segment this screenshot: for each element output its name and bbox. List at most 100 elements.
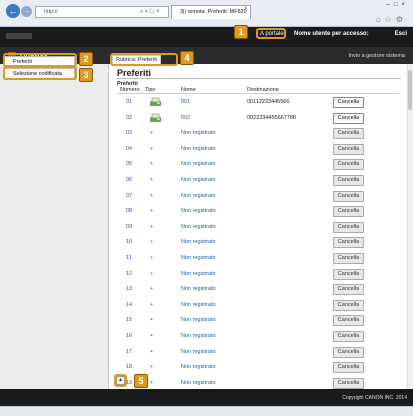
table-row: 11 + Non registrato Cancella bbox=[117, 251, 399, 266]
browser-toolbar-icons[interactable]: ⌂☆⚙ bbox=[376, 15, 407, 24]
delete-button[interactable]: Cancella bbox=[333, 253, 364, 264]
table-row: 02 002 0022334455667788 Cancella bbox=[117, 111, 399, 126]
delete-button[interactable]: Cancella bbox=[333, 206, 364, 218]
delete-button[interactable]: Cancella bbox=[333, 237, 364, 249]
table-row: 17 + Non registrato Cancella bbox=[117, 345, 399, 360]
mail-admin-link[interactable]: Invio a gestore sistema bbox=[348, 53, 405, 59]
entry-name-link[interactable]: Non registrato bbox=[181, 142, 216, 157]
add-entry-icon: + bbox=[150, 364, 154, 371]
add-entry-icon: + bbox=[150, 239, 154, 246]
tab-close-icon[interactable]: × bbox=[244, 6, 248, 12]
entry-name-link[interactable]: Non registrato bbox=[181, 360, 216, 375]
table-row: 01 001 00112233445566 Cancella bbox=[117, 95, 399, 110]
delete-button[interactable]: Cancella bbox=[333, 362, 364, 374]
table-header: Numero Tipo Nome Destinazione bbox=[117, 87, 399, 94]
entry-name-link[interactable]: Non registrato bbox=[181, 282, 216, 297]
entry-number-link[interactable]: 15 bbox=[126, 313, 132, 328]
browser-chrome: ← → http:// ⌕ ▾ ↻ × 3|| remota: Preferit… bbox=[0, 0, 413, 27]
add-entry-icon: + bbox=[150, 223, 154, 230]
table-row: 07 + Non registrato Cancella bbox=[117, 189, 399, 204]
delete-button[interactable]: Cancella bbox=[333, 112, 364, 124]
entry-name-link[interactable]: Non registrato bbox=[181, 126, 216, 141]
add-entry-icon: + bbox=[150, 301, 154, 308]
delete-button[interactable]: Cancella bbox=[333, 331, 364, 342]
add-entry-icon: + bbox=[150, 270, 154, 277]
entry-number-link[interactable]: 17 bbox=[126, 345, 132, 360]
browser-tab[interactable]: 3|| remota: Preferiti: MF820 bbox=[171, 5, 251, 19]
logout-link[interactable]: Esci bbox=[395, 31, 407, 37]
delete-button[interactable]: Cancella bbox=[333, 377, 364, 389]
entry-name-link[interactable]: Non registrato bbox=[181, 189, 216, 204]
entry-number-link[interactable]: 08 bbox=[126, 204, 132, 219]
entry-number-link[interactable]: 16 bbox=[126, 329, 132, 344]
entry-number-link[interactable]: 05 bbox=[126, 157, 132, 172]
forward-arrow-icon[interactable]: → bbox=[21, 6, 32, 17]
delete-button[interactable]: Cancella bbox=[333, 175, 364, 186]
delete-button[interactable]: Cancella bbox=[333, 143, 364, 155]
sidebar: Preferiti Selezione codificata bbox=[0, 56, 109, 389]
table-row: 06 + Non registrato Cancella bbox=[117, 173, 399, 188]
table-row: 16 + Non registrato Cancella bbox=[117, 329, 399, 344]
highlight-selezione bbox=[3, 66, 77, 80]
entry-number-link[interactable]: 12 bbox=[126, 267, 132, 282]
delete-button[interactable]: Cancella bbox=[333, 299, 364, 311]
delete-button[interactable]: Cancella bbox=[333, 268, 364, 280]
scrollbar[interactable] bbox=[407, 64, 413, 389]
add-entry-icon: + bbox=[150, 192, 154, 199]
entry-number-link[interactable]: 14 bbox=[126, 298, 132, 313]
entry-name-link[interactable]: Non registrato bbox=[181, 251, 216, 266]
add-entry-icon: + bbox=[150, 130, 154, 137]
entry-number-link[interactable]: 09 bbox=[126, 220, 132, 235]
delete-button[interactable]: Cancella bbox=[333, 221, 364, 233]
delete-button[interactable]: Cancella bbox=[333, 284, 364, 296]
entry-number-link[interactable]: 06 bbox=[126, 173, 132, 188]
entry-name-link[interactable]: 001 bbox=[181, 95, 190, 110]
entry-name-link[interactable]: Non registrato bbox=[181, 204, 216, 219]
window-controls[interactable]: –□× bbox=[387, 2, 409, 8]
login-user-label: Nome utente per accesso: bbox=[294, 31, 369, 37]
page-title: Preferiti bbox=[117, 68, 152, 78]
highlight-scroll-top bbox=[114, 374, 127, 387]
table-row: 12 + Non registrato Cancella bbox=[117, 267, 399, 282]
title-divider bbox=[117, 78, 401, 79]
entry-name-link[interactable]: Non registrato bbox=[181, 267, 216, 282]
entry-name-link[interactable]: Non registrato bbox=[181, 298, 216, 313]
add-entry-icon: + bbox=[150, 161, 154, 168]
add-entry-icon: + bbox=[150, 208, 154, 215]
entry-name-link[interactable]: 002 bbox=[181, 111, 190, 126]
delete-button[interactable]: Cancella bbox=[333, 97, 364, 108]
delete-button[interactable]: Cancella bbox=[333, 159, 364, 171]
entry-number-link[interactable]: 01 bbox=[126, 95, 132, 110]
add-entry-icon: + bbox=[150, 145, 154, 152]
delete-button[interactable]: Cancella bbox=[333, 346, 364, 358]
back-arrow-icon[interactable]: ← bbox=[6, 4, 20, 18]
entry-name-link[interactable]: Non registrato bbox=[181, 345, 216, 360]
table-row: 10 + Non registrato Cancella bbox=[117, 235, 399, 250]
entry-number-link[interactable]: 02 bbox=[126, 111, 132, 126]
entry-name-link[interactable]: Non registrato bbox=[181, 235, 216, 250]
table-row: 14 + Non registrato Cancella bbox=[117, 298, 399, 313]
table-row: 03 + Non registrato Cancella bbox=[117, 126, 399, 141]
delete-button[interactable]: Cancella bbox=[333, 315, 364, 327]
entry-name-link[interactable]: Non registrato bbox=[181, 313, 216, 328]
scrollbar-thumb[interactable] bbox=[408, 70, 412, 110]
entry-number-link[interactable]: 04 bbox=[126, 142, 132, 157]
add-entry-icon: + bbox=[150, 348, 154, 355]
col-destinazione: Destinazione bbox=[247, 87, 279, 93]
entry-name-link[interactable]: Non registrato bbox=[181, 157, 216, 172]
entry-name-link[interactable]: Non registrato bbox=[181, 329, 216, 344]
delete-button[interactable]: Cancella bbox=[333, 190, 364, 202]
entry-number-link[interactable]: 07 bbox=[126, 189, 132, 204]
entry-name-link[interactable]: Non registrato bbox=[181, 173, 216, 188]
entry-number-link[interactable]: 13 bbox=[126, 282, 132, 297]
address-bar-icons[interactable]: ⌕ ▾ ↻ × bbox=[140, 6, 159, 18]
fax-icon bbox=[150, 97, 161, 106]
entry-number-link[interactable]: 18 bbox=[126, 360, 132, 375]
entry-name-link[interactable]: Non registrato bbox=[181, 220, 216, 235]
delete-button[interactable]: Cancella bbox=[333, 128, 364, 140]
entry-number-link[interactable]: 11 bbox=[126, 251, 132, 266]
table-row: 15 + Non registrato Cancella bbox=[117, 313, 399, 328]
entry-number-link[interactable]: 10 bbox=[126, 235, 132, 250]
entry-number-link[interactable]: 03 bbox=[126, 126, 132, 141]
entry-destination: 00112233445566 bbox=[247, 99, 290, 105]
